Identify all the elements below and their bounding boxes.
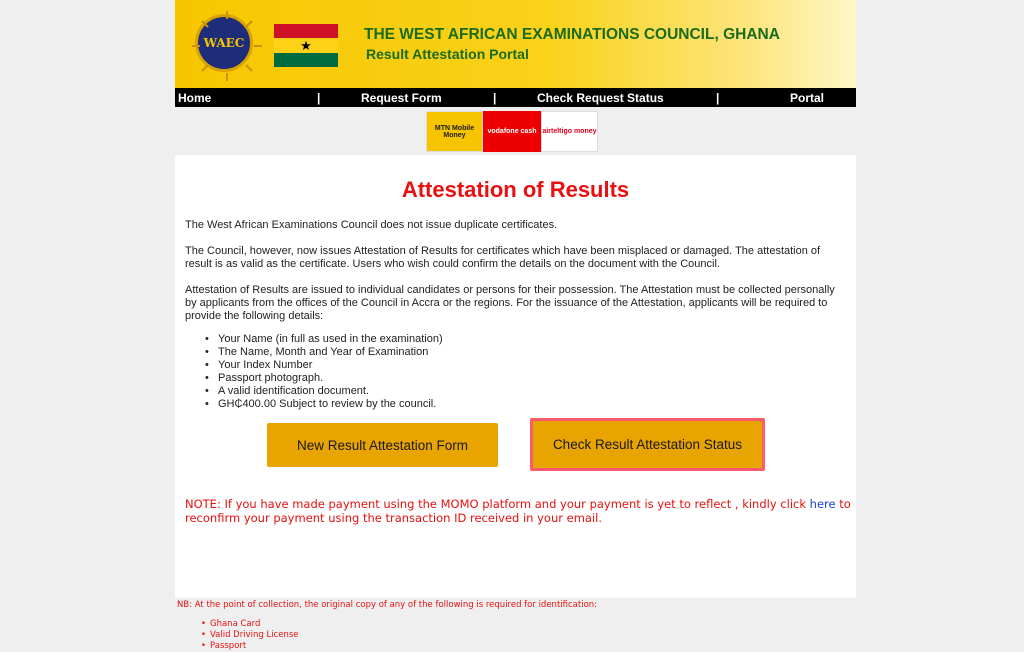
nav-home[interactable]: Home — [178, 91, 211, 105]
list-item: Valid Driving License — [201, 630, 298, 641]
header-title: THE WEST AFRICAN EXAMINATIONS COUNCIL, G… — [364, 26, 780, 43]
page-title: Attestation of Results — [401, 177, 630, 202]
issuance-paragraph: Attestation of Results are issued to ind… — [185, 284, 835, 322]
intro-paragraph: The West African Examinations Council do… — [185, 219, 558, 231]
page-wrapper: WAEC ★ THE WEST AFRICAN EXAMINATIONS COU… — [175, 0, 856, 598]
list-item: Passport — [201, 641, 299, 652]
seal-rays-icon — [192, 11, 262, 81]
waec-logo: WAEC — [192, 11, 262, 81]
list-item: Ghana Card — [201, 619, 299, 630]
ghana-flag: ★ — [274, 24, 338, 67]
nav-bar: Home | Request Form | Check Request Stat… — [175, 88, 856, 107]
content-panel: Attestation of Results The West African … — [175, 155, 856, 598]
new-attestation-form-button[interactable]: New Result Attestation Form — [267, 423, 498, 467]
list-item: Your Name (in full as used in the examin… — [205, 333, 443, 346]
vodafone-cash-logo: vodafone cash — [483, 111, 541, 152]
nav-separator: | — [493, 91, 497, 105]
list-item: A valid identification document. — [205, 385, 443, 398]
list-item: GH₵400.00 Subject to review by the counc… — [205, 398, 443, 411]
mtn-momo-logo: MTN Mobile Money — [426, 111, 483, 152]
council-paragraph: The Council, however, now issues Attesta… — [185, 245, 821, 270]
nav-request-form[interactable]: Request Form — [361, 91, 442, 105]
airteltigo-money-logo: airteltigo money — [541, 111, 598, 152]
note-text: NOTE: If you have made payment using the… — [185, 497, 810, 511]
site-header: WAEC ★ THE WEST AFRICAN EXAMINATIONS COU… — [175, 0, 856, 88]
flag-star-icon: ★ — [300, 38, 312, 53]
reconfirm-here-link[interactable]: here — [810, 497, 836, 511]
header-subtitle: Result Attestation Portal — [366, 46, 529, 62]
nav-portal[interactable]: Portal — [790, 91, 824, 105]
list-item: Passport photograph. — [205, 372, 443, 385]
momo-note: NOTE: If you have made payment using the… — [185, 497, 853, 525]
list-item: Your Index Number — [205, 359, 443, 372]
nav-separator: | — [716, 91, 720, 105]
id-requirements-list: Ghana Card Valid Driving License Passpor… — [201, 619, 299, 652]
nav-separator: | — [317, 91, 321, 105]
check-attestation-status-button[interactable]: Check Result Attestation Status — [530, 418, 765, 471]
nb-collection-note: NB: At the point of collection, the orig… — [177, 600, 598, 610]
list-item: The Name, Month and Year of Examination — [205, 346, 443, 359]
payment-logos: MTN Mobile Money vodafone cash airteltig… — [426, 111, 598, 152]
requirements-list: Your Name (in full as used in the examin… — [205, 333, 443, 411]
nav-check-status[interactable]: Check Request Status — [537, 91, 664, 105]
